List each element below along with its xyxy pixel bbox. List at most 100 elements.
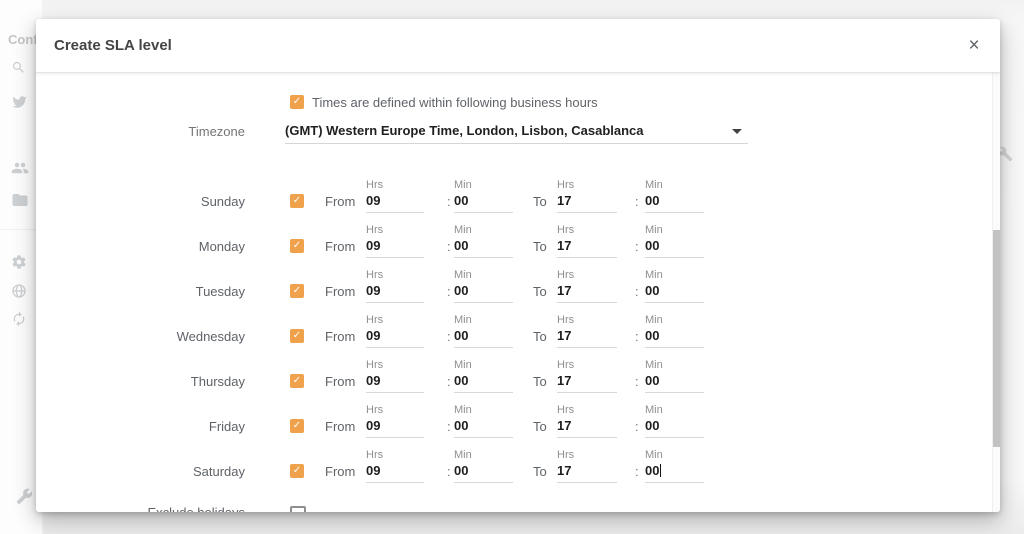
from-min-input[interactable]: Min 00 bbox=[454, 269, 513, 303]
hrs-label: Hrs bbox=[557, 314, 617, 327]
colon-separator: : bbox=[447, 329, 451, 344]
from-label: From bbox=[325, 194, 355, 209]
day-label: Wednesday bbox=[76, 329, 245, 344]
scrollbar-track[interactable] bbox=[992, 72, 1000, 512]
min-label: Min bbox=[645, 314, 704, 327]
from-min-input[interactable]: Min 00 bbox=[454, 314, 513, 348]
to-hrs-input[interactable]: Hrs 17 bbox=[557, 179, 617, 213]
from-hrs-input[interactable]: Hrs 09 bbox=[366, 359, 424, 393]
to-min-input[interactable]: Min 00 bbox=[645, 359, 704, 393]
business-hours-label: Times are defined within following busin… bbox=[312, 95, 598, 110]
to-hrs-input[interactable]: Hrs 17 bbox=[557, 404, 617, 438]
to-hrs-value: 17 bbox=[557, 282, 617, 303]
from-min-input[interactable]: Min 00 bbox=[454, 404, 513, 438]
to-min-text: 00 bbox=[645, 463, 659, 478]
min-label: Min bbox=[454, 224, 513, 237]
to-min-text: 00 bbox=[645, 283, 659, 298]
from-label: From bbox=[325, 419, 355, 434]
day-row: Saturday ✓ From Hrs 09 : Min 00 To Hrs 1… bbox=[36, 449, 1000, 494]
to-hrs-input[interactable]: Hrs 17 bbox=[557, 269, 617, 303]
to-min-text: 00 bbox=[645, 418, 659, 433]
to-hrs-input[interactable]: Hrs 17 bbox=[557, 449, 617, 483]
to-min-text: 00 bbox=[645, 193, 659, 208]
from-label: From bbox=[325, 239, 355, 254]
from-hrs-input[interactable]: Hrs 09 bbox=[366, 269, 424, 303]
from-hrs-value: 09 bbox=[366, 372, 424, 393]
from-hrs-value: 09 bbox=[366, 462, 424, 483]
from-min-value: 00 bbox=[454, 327, 513, 348]
close-icon[interactable]: × bbox=[956, 19, 992, 72]
to-hrs-input[interactable]: Hrs 17 bbox=[557, 314, 617, 348]
colon-separator: : bbox=[447, 374, 451, 389]
to-label: To bbox=[533, 329, 547, 344]
from-hrs-input[interactable]: Hrs 09 bbox=[366, 404, 424, 438]
day-checkbox[interactable]: ✓ bbox=[290, 194, 304, 208]
from-min-input[interactable]: Min 00 bbox=[454, 359, 513, 393]
from-min-value: 00 bbox=[454, 192, 513, 213]
hrs-label: Hrs bbox=[557, 269, 617, 282]
from-hrs-input[interactable]: Hrs 09 bbox=[366, 449, 424, 483]
day-row: Thursday ✓ From Hrs 09 : Min 00 To Hrs 1… bbox=[36, 359, 1000, 404]
day-checkbox[interactable]: ✓ bbox=[290, 374, 304, 388]
to-min-input[interactable]: Min 00 bbox=[645, 269, 704, 303]
to-hrs-input[interactable]: Hrs 17 bbox=[557, 359, 617, 393]
colon-separator: : bbox=[447, 194, 451, 209]
to-min-text: 00 bbox=[645, 373, 659, 388]
day-checkbox[interactable]: ✓ bbox=[290, 284, 304, 298]
from-label: From bbox=[325, 374, 355, 389]
to-label: To bbox=[533, 464, 547, 479]
from-hrs-input[interactable]: Hrs 09 bbox=[366, 179, 424, 213]
to-hrs-input[interactable]: Hrs 17 bbox=[557, 224, 617, 258]
to-min-input[interactable]: Min 00 bbox=[645, 314, 704, 348]
check-icon: ✓ bbox=[290, 239, 304, 253]
check-icon: ✓ bbox=[290, 329, 304, 343]
min-label: Min bbox=[645, 224, 704, 237]
to-min-value: 00 bbox=[645, 192, 704, 213]
from-min-input[interactable]: Min 00 bbox=[454, 449, 513, 483]
from-hrs-value: 09 bbox=[366, 327, 424, 348]
to-min-input[interactable]: Min 00 bbox=[645, 179, 704, 213]
exclude-holidays-row: Exclude holidays bbox=[36, 505, 1000, 512]
to-min-input[interactable]: Min 00 bbox=[645, 224, 704, 258]
to-min-input[interactable]: Min 00 bbox=[645, 404, 704, 438]
colon-separator: : bbox=[635, 284, 639, 299]
hrs-label: Hrs bbox=[366, 314, 424, 327]
from-min-input[interactable]: Min 00 bbox=[454, 224, 513, 258]
day-checkbox[interactable]: ✓ bbox=[290, 464, 304, 478]
day-row: Sunday ✓ From Hrs 09 : Min 00 To Hrs 17 … bbox=[36, 179, 1000, 224]
day-label: Monday bbox=[76, 239, 245, 254]
scrollbar-thumb[interactable] bbox=[993, 230, 1000, 447]
to-label: To bbox=[533, 419, 547, 434]
to-hrs-value: 17 bbox=[557, 327, 617, 348]
check-icon: ✓ bbox=[290, 95, 304, 109]
day-checkbox[interactable]: ✓ bbox=[290, 419, 304, 433]
business-hours-checkbox[interactable]: ✓ bbox=[290, 95, 304, 109]
hrs-label: Hrs bbox=[557, 359, 617, 372]
to-min-value: 00 bbox=[645, 237, 704, 258]
from-hrs-input[interactable]: Hrs 09 bbox=[366, 224, 424, 258]
hrs-label: Hrs bbox=[366, 359, 424, 372]
colon-separator: : bbox=[635, 374, 639, 389]
day-checkbox[interactable]: ✓ bbox=[290, 329, 304, 343]
day-row: Monday ✓ From Hrs 09 : Min 00 To Hrs 17 … bbox=[36, 224, 1000, 269]
to-hrs-value: 17 bbox=[557, 192, 617, 213]
min-label: Min bbox=[645, 179, 704, 192]
colon-separator: : bbox=[447, 239, 451, 254]
from-min-value: 00 bbox=[454, 462, 513, 483]
dialog-title: Create SLA level bbox=[54, 19, 172, 72]
check-icon: ✓ bbox=[290, 464, 304, 478]
hrs-label: Hrs bbox=[366, 404, 424, 417]
from-min-input[interactable]: Min 00 bbox=[454, 179, 513, 213]
day-row: Friday ✓ From Hrs 09 : Min 00 To Hrs 17 … bbox=[36, 404, 1000, 449]
to-hrs-value: 17 bbox=[557, 462, 617, 483]
hrs-label: Hrs bbox=[366, 269, 424, 282]
to-hrs-value: 17 bbox=[557, 372, 617, 393]
timezone-select[interactable]: (GMT) Western Europe Time, London, Lisbo… bbox=[285, 120, 748, 144]
day-checkbox[interactable]: ✓ bbox=[290, 239, 304, 253]
to-min-input[interactable]: Min 00 bbox=[645, 449, 704, 483]
from-label: From bbox=[325, 284, 355, 299]
from-hrs-input[interactable]: Hrs 09 bbox=[366, 314, 424, 348]
to-min-value: 00 bbox=[645, 417, 704, 438]
from-min-value: 00 bbox=[454, 237, 513, 258]
exclude-holidays-checkbox[interactable] bbox=[290, 506, 306, 512]
